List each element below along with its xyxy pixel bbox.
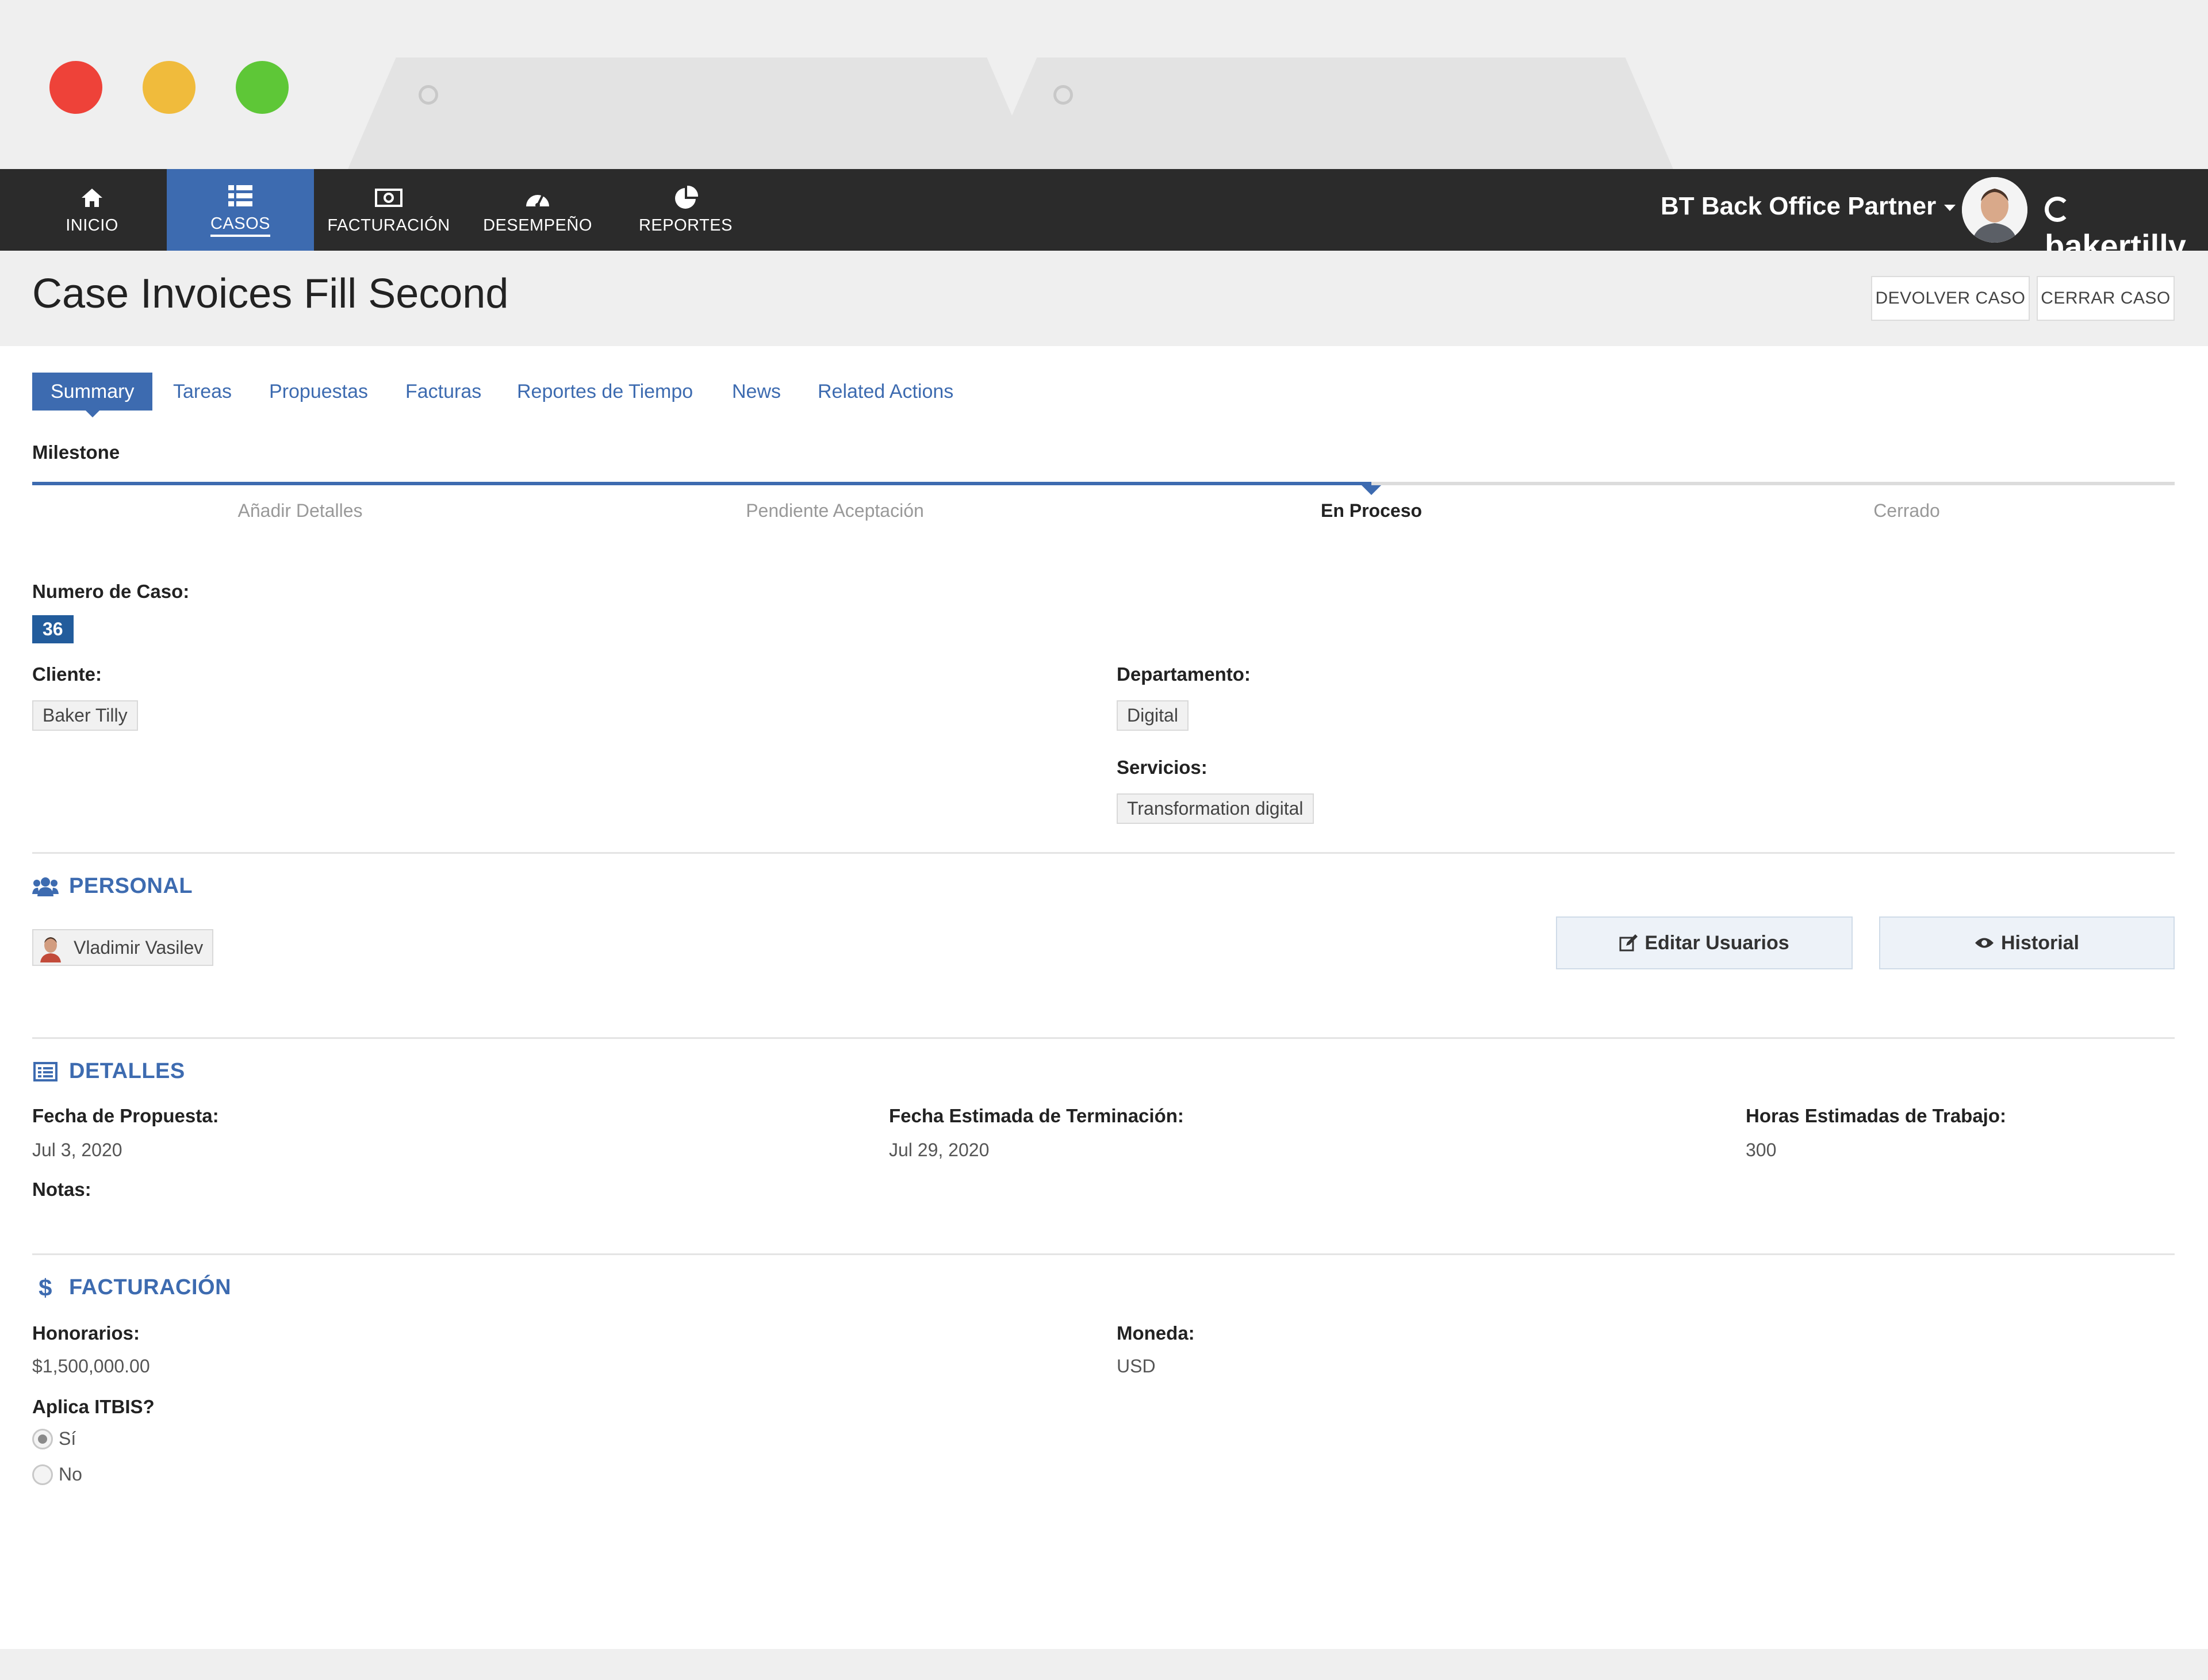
- eye-icon: [1975, 937, 1994, 949]
- notes-label: Notas:: [32, 1179, 91, 1200]
- milestone-step: Añadir Detalles: [237, 500, 363, 521]
- brand-mark-icon: [2045, 197, 2070, 222]
- section-divider: [32, 852, 2175, 854]
- milestone-progress: [32, 482, 1371, 485]
- hours-value: 300: [1746, 1140, 1777, 1160]
- dashboard-icon: [524, 185, 551, 210]
- edit-users-button[interactable]: Editar Usuarios: [1556, 916, 1853, 969]
- currency-label: Moneda:: [1117, 1322, 1195, 1344]
- milestone-step: Pendiente Aceptación: [746, 500, 924, 521]
- user-avatar[interactable]: [1962, 177, 2027, 243]
- edit-icon: [1619, 934, 1638, 952]
- services-label: Servicios:: [1117, 757, 1208, 778]
- app-navbar: INICIO CASOS FACTURACIÓN DESEMPEÑO REPOR…: [0, 169, 2208, 264]
- money-icon: [375, 185, 402, 210]
- tab-close-icon[interactable]: [419, 85, 438, 105]
- detalles-heading-text: DETALLES: [69, 1059, 185, 1083]
- radio-label: Sí: [59, 1428, 76, 1449]
- nav-item-inicio[interactable]: INICIO: [29, 169, 155, 251]
- tab-reportes-de-tiempo[interactable]: Reportes de Tiempo: [517, 373, 693, 411]
- fees-label: Honorarios:: [32, 1322, 140, 1344]
- radio-dot: [38, 1434, 47, 1444]
- nav-label: FACTURACIÓN: [327, 216, 450, 235]
- client-value: Baker Tilly: [32, 700, 138, 731]
- fees-value: $1,500,000.00: [32, 1356, 150, 1376]
- case-number-badge: 36: [32, 615, 74, 643]
- proposal-date-label: Fecha de Propuesta:: [32, 1105, 219, 1126]
- browser-tab[interactable]: [989, 57, 1673, 169]
- radio-button-checked[interactable]: [32, 1428, 53, 1449]
- radio-label: No: [59, 1464, 82, 1485]
- close-window-button[interactable]: [49, 61, 102, 114]
- detalles-heading: DETALLES: [32, 1059, 185, 1084]
- nav-item-reportes[interactable]: REPORTES: [621, 169, 750, 251]
- client-label: Cliente:: [32, 663, 102, 685]
- history-label: Historial: [2000, 931, 2080, 954]
- tab-tareas[interactable]: Tareas: [173, 373, 232, 411]
- browser-chrome: [0, 0, 2208, 169]
- tab-close-icon[interactable]: [1053, 85, 1073, 105]
- milestone-track: [32, 482, 2175, 485]
- case-number-label: Numero de Caso:: [32, 581, 190, 602]
- user-name: Vladimir Vasilev: [74, 937, 204, 958]
- dollar-icon: $: [39, 1274, 52, 1301]
- tab-propuestas[interactable]: Propuestas: [269, 373, 368, 411]
- currency-value: USD: [1117, 1356, 1156, 1376]
- services-value: Transformation digital: [1117, 793, 1314, 824]
- end-date-value: Jul 29, 2020: [889, 1140, 990, 1160]
- nav-label: REPORTES: [638, 216, 733, 235]
- page-title: Case Invoices Fill Second: [32, 271, 509, 317]
- partner-dropdown[interactable]: BT Back Office Partner: [1661, 192, 1956, 221]
- proposal-date-value: Jul 3, 2020: [32, 1140, 122, 1160]
- history-button[interactable]: Historial: [1879, 916, 2175, 969]
- nav-label: CASOS: [210, 214, 271, 237]
- devolver-caso-button[interactable]: DEVOLVER CASO: [1871, 276, 2030, 321]
- nav-label: INICIO: [66, 216, 118, 235]
- partner-label: BT Back Office Partner: [1661, 192, 1937, 220]
- department-value: Digital: [1117, 700, 1189, 731]
- browser-tab[interactable]: [348, 57, 1035, 169]
- milestone-step: Cerrado: [1873, 500, 1940, 521]
- milestone-step-current: En Proceso: [1320, 500, 1423, 521]
- personal-heading: PERSONAL: [32, 874, 193, 899]
- itbis-option-si[interactable]: Sí: [32, 1428, 76, 1449]
- itbis-option-no[interactable]: No: [32, 1464, 82, 1485]
- department-label: Departamento:: [1117, 663, 1251, 685]
- nav-label: DESEMPEÑO: [483, 216, 592, 235]
- tab-related-actions[interactable]: Related Actions: [818, 373, 953, 411]
- milestone-label: Milestone: [32, 442, 120, 463]
- home-icon: [80, 185, 103, 210]
- list-alt-icon: [32, 1060, 59, 1083]
- facturacion-heading: $ FACTURACIÓN: [32, 1274, 232, 1301]
- tab-news[interactable]: News: [732, 373, 781, 411]
- personal-heading-text: PERSONAL: [69, 874, 193, 898]
- user-chip[interactable]: Vladimir Vasilev: [32, 929, 214, 966]
- section-divider: [32, 1253, 2175, 1255]
- nav-item-desempeno[interactable]: DESEMPEÑO: [471, 169, 604, 251]
- tab-facturas[interactable]: Facturas: [405, 373, 481, 411]
- pie-chart-icon: [674, 185, 698, 210]
- section-divider: [32, 1037, 2175, 1039]
- nav-item-facturacion[interactable]: FACTURACIÓN: [320, 169, 458, 251]
- edit-users-label: Editar Usuarios: [1644, 931, 1789, 954]
- milestone-pointer-icon: [1361, 485, 1381, 495]
- nav-item-casos[interactable]: CASOS: [167, 169, 314, 251]
- radio-button[interactable]: [32, 1464, 53, 1485]
- users-icon: [32, 875, 59, 898]
- chevron-down-icon: [1944, 204, 1956, 211]
- user-avatar-small: [36, 933, 66, 962]
- maximize-window-button[interactable]: [236, 61, 289, 114]
- list-icon: [228, 183, 252, 209]
- page-footer-bar: [0, 1649, 2208, 1680]
- tab-summary[interactable]: Summary: [32, 373, 153, 417]
- cerrar-caso-button[interactable]: CERRAR CASO: [2037, 276, 2175, 321]
- end-date-label: Fecha Estimada de Terminación:: [889, 1105, 1184, 1126]
- minimize-window-button[interactable]: [143, 61, 195, 114]
- facturacion-heading-text: FACTURACIÓN: [69, 1275, 232, 1299]
- hours-label: Horas Estimadas de Trabajo:: [1746, 1105, 2006, 1126]
- itbis-label: Aplica ITBIS?: [32, 1396, 155, 1417]
